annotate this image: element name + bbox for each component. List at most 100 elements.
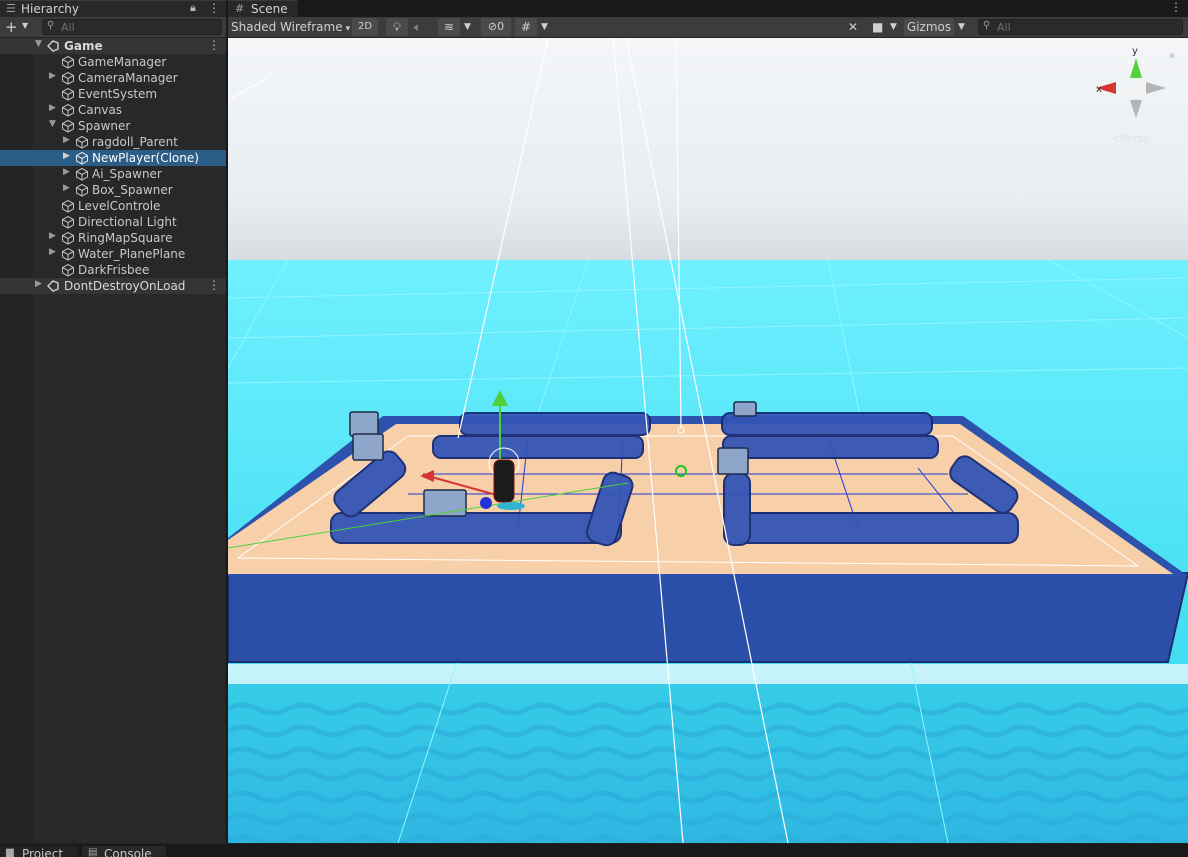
effects-dropdown-icon[interactable]: ▼ [464,18,476,36]
hierarchy-item-label: ragdoll_Parent [92,135,178,149]
audio-icon[interactable]: 🔈︎ [414,18,430,36]
toggle-2d-button[interactable]: 2D [352,18,378,36]
collapsed-arrow-icon[interactable]: ▶ [49,231,56,241]
unity-scene-icon [47,40,59,52]
hierarchy-menu-icon[interactable]: ⋮ [208,1,220,15]
collapsed-arrow-icon[interactable]: ▶ [63,167,70,177]
lock-glyph: ▪ [1169,51,1175,61]
hierarchy-item-label: RingMapSquare [78,231,173,245]
tools-icon[interactable]: ✕ [848,18,864,36]
hierarchy-item-label: GameManager [78,55,167,69]
hierarchy-item-label: DarkFrisbee [78,263,150,277]
search-icon: ⚲ [983,20,991,31]
expanded-arrow-icon[interactable]: ▼ [35,39,42,49]
hierarchy-tab[interactable]: ☰ Hierarchy 🔒︎ ⋮ [0,0,226,17]
shading-mode-dropdown[interactable]: Shaded Wireframe [231,18,350,36]
gizmo-y-label: y [1132,46,1138,57]
camera-dropdown-icon[interactable]: ▼ [890,18,900,36]
project-tab-label: Project [22,847,64,857]
scene-tab[interactable]: # Scene [228,0,298,17]
hierarchy-item[interactable]: ▶ Ai_Spawner [0,166,226,182]
gizmo-x-label: x [1096,84,1102,95]
lighting-icon[interactable]: 💡︎ [386,18,408,36]
hierarchy-item-label: Spawner [78,119,131,133]
hierarchy-item[interactable]: ▼ Spawner [0,118,226,134]
collapsed-arrow-icon[interactable]: ▶ [49,103,56,113]
console-tab-label: Console [104,847,152,857]
hierarchy-item[interactable]: EventSystem [0,86,226,102]
hierarchy-search-input[interactable] [61,20,219,34]
unity-scene-icon [47,280,59,292]
hierarchy-item-label: Directional Light [78,215,177,229]
hierarchy-item[interactable]: ▶ ragdoll_Parent [0,134,226,150]
console-tab[interactable]: ▤ Console [82,846,166,857]
hierarchy-item[interactable]: DarkFrisbee [0,262,226,278]
gameobject-cube-icon [62,215,74,229]
scene-menu-icon[interactable]: ⋮ [208,278,220,292]
scene-search-input[interactable] [997,20,1177,34]
scene-menu-icon[interactable]: ⋮ [208,38,220,52]
hidden-count: 0 [497,20,505,33]
hierarchy-tab-strip: ☰ Hierarchy 🔒︎ ⋮ [0,0,226,17]
gizmo-center [1129,82,1143,96]
collapsed-arrow-icon[interactable]: ▶ [63,135,70,145]
player-shadow [497,502,525,510]
hierarchy-item-label: NewPlayer(Clone) [92,151,199,165]
hierarchy-scene-dontdestroyonload[interactable]: ▶ DontDestroyOnLoad ⋮ [0,278,226,294]
scene-viewport[interactable]: y x <Persp ▪ [228,38,1188,843]
collapsed-arrow-icon[interactable]: ▶ [63,183,70,193]
hierarchy-item-label: CameraManager [78,71,178,85]
folder-icon: ▆ [6,847,14,857]
gameobject-cube-icon [62,55,74,69]
hierarchy-item[interactable]: ▶ Box_Spawner [0,182,226,198]
hierarchy-scene-game[interactable]: ▼ Game ⋮ [0,38,226,54]
chevron-down-icon[interactable]: ▼ [22,21,28,30]
crate [733,401,757,417]
camera-icon[interactable]: ■ [872,18,888,36]
grid-dropdown-icon[interactable]: ▼ [541,18,553,36]
gizmos-button[interactable]: Gizmos [904,18,954,36]
wall [727,512,1019,544]
bottom-tab-strip: ▆ Project ▤ Console [0,843,1188,857]
hidden-objects-button[interactable]: ⊘0 [481,18,511,36]
project-tab[interactable]: ▆ Project [0,846,78,857]
ocean-waves [228,698,1188,843]
gameobject-cube-icon [76,135,88,149]
gizmos-dropdown-icon[interactable]: ▼ [958,18,970,36]
collapsed-arrow-icon[interactable]: ▶ [35,279,42,289]
effects-icon[interactable]: ≋ [438,18,460,36]
scene-menu-icon[interactable]: ⋮ [1170,0,1182,14]
hierarchy-search-box[interactable]: ⚲ [42,19,222,35]
add-icon[interactable]: + [5,18,18,36]
hierarchy-item[interactable]: ▶ Water_PlanePlane [0,246,226,262]
gameobject-cube-icon [76,167,88,181]
hierarchy-item[interactable]: Directional Light [0,214,226,230]
grid-snap-icon[interactable]: # [515,18,537,36]
crate [423,489,467,517]
search-icon: ⚲ [47,20,55,31]
gameobject-cube-icon [62,87,74,101]
scene-search-box[interactable]: ⚲ [978,19,1183,35]
prefab-cube-icon [76,151,88,165]
player-body [493,459,515,503]
hierarchy-item-label: EventSystem [78,87,158,101]
platform-side [228,572,1188,663]
collapsed-arrow-icon[interactable]: ▶ [49,71,56,81]
hierarchy-item[interactable]: ▶ RingMapSquare [0,230,226,246]
hierarchy-item-selected[interactable]: ▶ NewPlayer(Clone) [0,150,226,166]
collapsed-arrow-icon[interactable]: ▶ [63,151,70,161]
expanded-arrow-icon[interactable]: ▼ [49,119,56,129]
hierarchy-item-label: LevelControle [78,199,161,213]
wall [432,435,644,459]
shading-mode-label: Shaded Wireframe [231,20,343,34]
hierarchy-item[interactable]: LevelControle [0,198,226,214]
wall [723,472,751,546]
foam [228,664,1188,684]
hierarchy-item-label: Water_PlanePlane [78,247,186,261]
wall [459,412,651,436]
hierarchy-item[interactable]: ▶ Canvas [0,102,226,118]
collapsed-arrow-icon[interactable]: ▶ [49,247,56,257]
hierarchy-item[interactable]: GameManager [0,54,226,70]
hierarchy-item[interactable]: ▶ CameraManager [0,70,226,86]
lock-icon[interactable]: 🔒︎ [190,1,196,15]
